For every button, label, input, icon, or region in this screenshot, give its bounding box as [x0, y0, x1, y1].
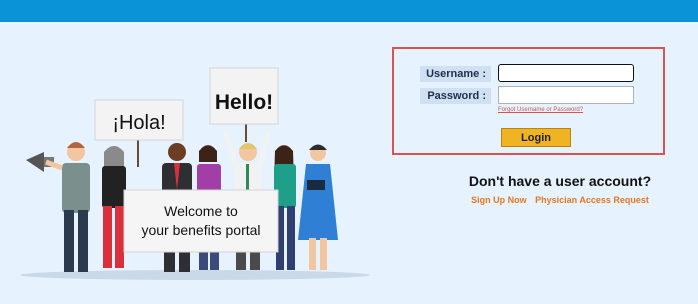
person-2	[102, 146, 126, 268]
no-account-heading: Don't have a user account?	[468, 173, 652, 189]
person-7	[298, 144, 338, 270]
signup-links: Sign Up Now Physician Access Request	[400, 195, 698, 205]
hello-sign: Hello!	[209, 67, 279, 142]
password-label: Password :	[420, 88, 491, 104]
hola-sign-text: ¡Hola!	[112, 112, 165, 134]
top-bar	[0, 0, 698, 22]
username-input[interactable]	[498, 64, 634, 82]
login-button[interactable]: Login	[501, 128, 571, 147]
hello-sign-text: Hello!	[215, 91, 273, 114]
password-input[interactable]	[498, 86, 634, 104]
welcome-banner-line-1: Welcome to	[164, 203, 238, 219]
sign-up-link[interactable]: Sign Up Now	[471, 195, 527, 205]
welcome-illustration: ¡Hola! Hello! Welcome to your benefits p…	[20, 67, 370, 280]
forgot-credentials-link[interactable]: Forgot Username or Password?	[498, 107, 583, 113]
physician-access-link[interactable]: Physician Access Request	[535, 195, 649, 205]
welcome-banner: Welcome to your benefits portal	[123, 189, 279, 253]
username-label: Username :	[420, 66, 491, 82]
welcome-banner-line-2: your benefits portal	[141, 222, 260, 238]
